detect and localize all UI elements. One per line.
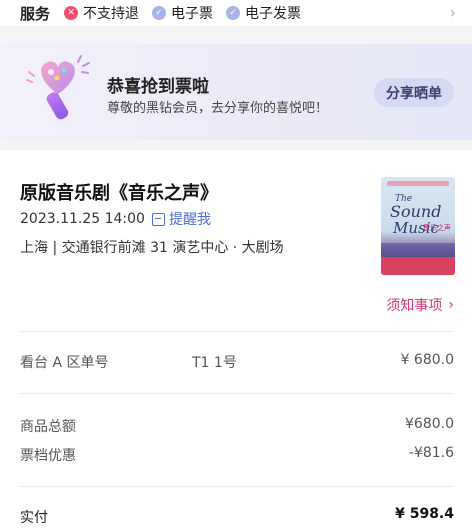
paid-label: 实付	[20, 510, 48, 526]
show-poster[interactable]: The Sound Music 音乐之声	[381, 177, 455, 275]
poster-mountains	[381, 243, 455, 257]
service-no-refund: ✕ 不支持退	[64, 3, 139, 23]
poster-cn-title: 音乐之声	[423, 224, 451, 232]
chevron-right-icon[interactable]: ›	[450, 3, 456, 22]
discount-label: 票档优惠	[20, 448, 76, 464]
show-datetime: 2023.11.25 14:00	[20, 211, 145, 227]
ticket-card: 原版音乐剧《音乐之声》 2023.11.25 14:00 提醒我 上海 | 交通…	[0, 150, 472, 529]
venue: 上海 | 交通银行前滩 31 演艺中心 · 大剧场	[20, 240, 284, 256]
seat-price: ¥ 680.0	[400, 352, 454, 368]
subtotal-label: 商品总额	[20, 419, 76, 435]
show-title: 原版音乐剧《音乐之声》	[20, 183, 218, 204]
divider	[20, 331, 454, 332]
remind-label: 提醒我	[169, 212, 211, 228]
service-row[interactable]: 服务 ✕ 不支持退 ✓ 电子票 ✓ 电子发票 ›	[0, 0, 472, 26]
service-e-invoice: ✓ 电子发票	[226, 3, 301, 23]
trophy-mascot-icon	[26, 55, 90, 120]
divider	[20, 393, 454, 394]
x-circle-icon: ✕	[64, 6, 79, 20]
paid-value: ¥ 598.4	[395, 506, 454, 522]
service-label: 不支持退	[83, 6, 140, 22]
poster-banner-strip	[387, 181, 449, 186]
service-label: 电子发票	[245, 6, 302, 22]
banner-title: 恭喜抢到票啦	[107, 77, 209, 97]
chevron-right-icon: ›	[448, 297, 454, 313]
banner-subtitle: 尊敬的黑钻会员，去分享你的喜悦吧！	[107, 101, 329, 116]
check-circle-icon: ✓	[226, 6, 241, 20]
subtotal-value: ¥680.0	[405, 416, 454, 432]
calendar-icon	[152, 212, 165, 226]
share-button[interactable]: 分享晒单	[374, 78, 454, 107]
remind-me-button[interactable]: 提醒我	[152, 209, 211, 229]
notice-link[interactable]: 须知事项 ›	[386, 295, 454, 315]
check-circle-icon: ✓	[152, 6, 167, 20]
seat-number: T1 1号	[192, 355, 237, 371]
service-e-ticket: ✓ 电子票	[152, 3, 213, 23]
poster-footer	[381, 257, 455, 275]
notice-label: 须知事项	[386, 298, 443, 314]
service-label: 电子票	[171, 6, 214, 22]
discount-value: -¥81.6	[408, 445, 454, 461]
services-title: 服务	[20, 4, 51, 23]
divider	[20, 486, 454, 487]
seat-area-label: 看台 A 区单号	[20, 355, 109, 371]
share-banner: 恭喜抢到票啦 尊敬的黑钻会员，去分享你的喜悦吧！ 分享晒单	[0, 44, 472, 140]
